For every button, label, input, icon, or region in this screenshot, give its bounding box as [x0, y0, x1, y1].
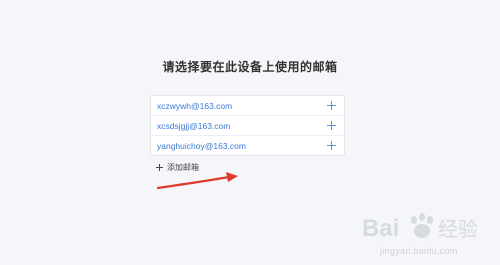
watermark-url: jingyan.baidu.com	[380, 246, 458, 256]
svg-text:经验: 经验	[438, 217, 478, 241]
svg-text:Bai: Bai	[362, 215, 399, 242]
baidu-logo-icon: Bai 经验	[362, 213, 478, 242]
watermark: Bai 经验 jingyan.baidu.com	[362, 206, 494, 260]
